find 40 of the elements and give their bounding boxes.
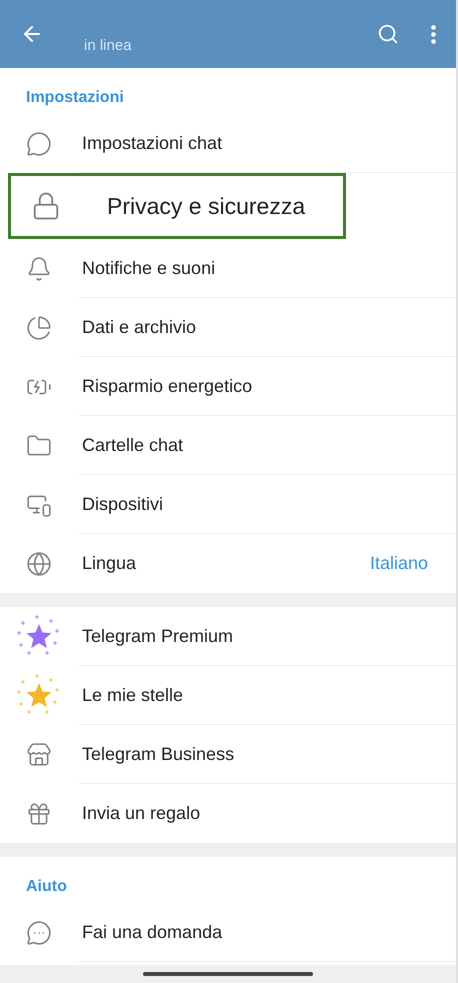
more-icon	[431, 24, 436, 44]
menu-item[interactable]: Notifiche e suoni	[0, 239, 456, 298]
lock-icon	[31, 191, 61, 221]
menu-item-label: Notifiche e suoni	[82, 256, 216, 280]
menu-item-label: Cartelle chat	[82, 434, 184, 456]
menu-item[interactable]: Dispositivi	[0, 475, 456, 534]
bell-icon	[26, 256, 52, 282]
menu-item-label: Invia un regalo	[82, 802, 200, 825]
pie-chart-icon	[26, 314, 52, 340]
menu-item[interactable]: Cartelle chat	[0, 416, 456, 475]
menu-item[interactable]: Telegram Premium	[0, 607, 456, 666]
menu-item-label: Impostazioni chat	[82, 132, 222, 155]
folder-icon	[26, 432, 52, 458]
menu-item[interactable]: Invia un regalo	[0, 784, 456, 843]
store-icon	[26, 742, 52, 768]
search-button[interactable]	[377, 23, 399, 45]
menu-item[interactable]: Telegram Business	[0, 725, 456, 784]
menu-item-label[interactable]: Privacy e sicurezza	[107, 188, 306, 224]
section-title: Aiuto	[25, 877, 68, 897]
chat-dots-icon	[26, 920, 52, 946]
menu-item-label: Telegram Premium	[82, 624, 234, 648]
menu-item-label: Risparmio energetico	[82, 374, 252, 398]
search-icon	[377, 23, 399, 45]
menu-item-label: Le mie stelle	[82, 684, 184, 706]
globe-icon	[26, 550, 52, 576]
menu-item[interactable]: Lingua Italiano	[0, 534, 456, 593]
menu-item-value: Italiano	[370, 552, 428, 575]
status-subtitle: in linea	[84, 36, 132, 56]
gift-icon	[26, 800, 52, 826]
menu-item-label: Dati e archivio	[82, 316, 196, 338]
menu-item[interactable]: Risparmio energetico	[0, 357, 456, 416]
menu-item[interactable]: Le mie stelle	[0, 666, 456, 725]
menu-item-label: Lingua	[82, 552, 136, 575]
chat-bubble-icon	[26, 130, 52, 156]
menu-item-label: Dispositivi	[82, 492, 164, 516]
menu-item-label: Telegram Business	[82, 742, 234, 766]
menu-item-label: Fai una domanda	[82, 920, 222, 944]
more-button[interactable]	[431, 24, 436, 44]
section-title: Impostazioni	[25, 88, 125, 108]
menu-item[interactable]: Dati e archivio	[0, 298, 456, 357]
